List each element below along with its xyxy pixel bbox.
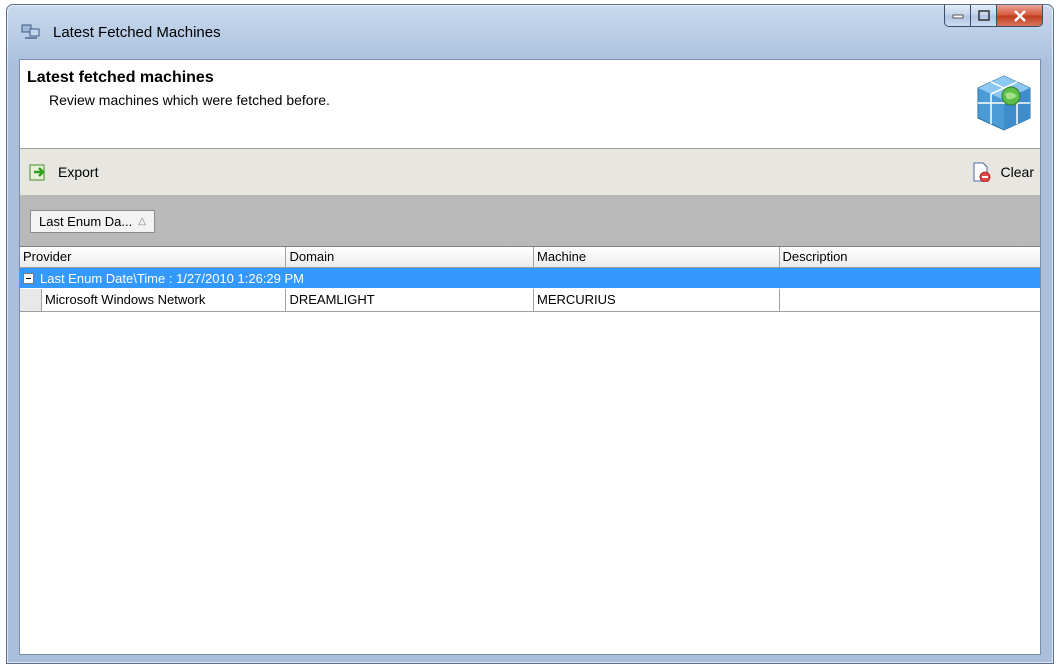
cell-description	[780, 289, 1040, 311]
window-controls	[944, 5, 1043, 27]
title-bar[interactable]: Latest Fetched Machines	[7, 5, 1053, 59]
page-subtitle: Review machines which were fetched befor…	[49, 92, 330, 108]
close-button[interactable]	[997, 5, 1043, 27]
cell-machine: MERCURIUS	[534, 289, 780, 311]
row-indent	[20, 289, 42, 311]
dialog-client-area: Latest fetched machines Review machines …	[19, 59, 1041, 655]
group-row-label: Last Enum Date\Time : 1/27/2010 1:26:29 …	[40, 270, 304, 286]
column-header-domain[interactable]: Domain	[286, 247, 534, 267]
column-header-provider[interactable]: Provider	[20, 247, 287, 267]
page-title: Latest fetched machines	[27, 69, 214, 86]
clear-label: Clear	[1000, 164, 1034, 180]
sort-ascending-icon: △	[138, 216, 146, 227]
toolbar: Export Clear	[20, 149, 1040, 195]
column-header-machine[interactable]: Machine	[534, 247, 780, 267]
grid-header: Provider Domain Machine Description	[20, 247, 1040, 268]
group-by-chip-label: Last Enum Da...	[39, 214, 133, 229]
group-row[interactable]: Last Enum Date\Time : 1/27/2010 1:26:29 …	[20, 268, 1040, 289]
clear-button[interactable]: Clear	[971, 162, 1034, 182]
dialog-window: Latest Fetched Machines Latest fetched m…	[6, 4, 1054, 664]
minimize-button[interactable]	[944, 5, 971, 27]
group-by-chip[interactable]: Last Enum Da... △	[30, 210, 155, 233]
close-icon	[1013, 9, 1026, 22]
cell-domain: DREAMLIGHT	[286, 289, 534, 311]
clear-icon	[973, 162, 990, 182]
header-panel: Latest fetched machines Review machines …	[20, 60, 1040, 149]
table-row[interactable]: Microsoft Windows Network DREAMLIGHT MER…	[20, 289, 1040, 312]
collapse-icon[interactable]	[23, 272, 34, 284]
group-by-panel: Last Enum Da... △	[20, 195, 1040, 246]
minimize-icon	[952, 14, 963, 18]
network-computers-icon	[21, 24, 40, 39]
export-label: Export	[58, 164, 99, 180]
maximize-button[interactable]	[971, 5, 997, 27]
network-cube-logo-icon	[977, 75, 1031, 131]
column-header-description[interactable]: Description	[780, 247, 1040, 267]
window-title: Latest Fetched Machines	[53, 24, 221, 41]
machines-grid: Provider Domain Machine Description Last…	[20, 246, 1040, 654]
cell-provider: Microsoft Windows Network	[42, 289, 287, 311]
export-button[interactable]: Export	[28, 162, 98, 182]
export-icon	[29, 164, 45, 181]
maximize-icon	[977, 10, 990, 21]
